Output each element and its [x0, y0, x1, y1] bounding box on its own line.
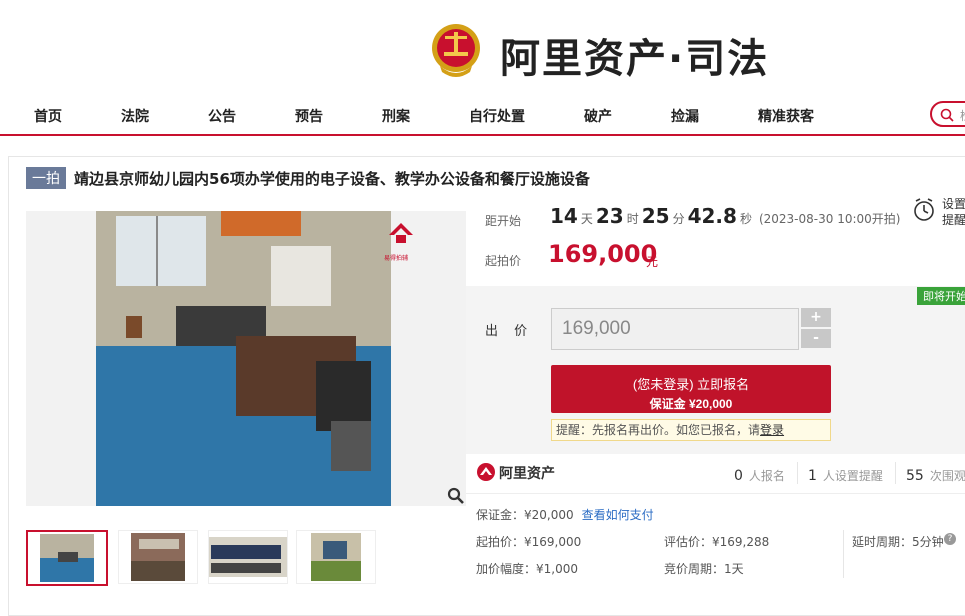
login-link[interactable]: 登录 [760, 423, 784, 437]
item-title: 靖边县京师幼儿园内56项办学使用的电子设备、教学办公设备和餐厅设施设备 [74, 170, 590, 188]
increment-row: 加价幅度：¥1,000 [476, 562, 578, 576]
nav-self-disposal[interactable]: 自行处置 [469, 106, 525, 126]
signup-deposit: 保证金 ¥20,000 [649, 396, 733, 411]
payment-help-link[interactable]: 查看如何支付 [582, 508, 654, 522]
divider [466, 493, 965, 494]
thumbnail-2[interactable] [118, 530, 198, 584]
nav-criminal[interactable]: 刑案 [382, 106, 410, 126]
signup-label: (您未登录) 立即报名 [632, 376, 750, 392]
nav-preview[interactable]: 预告 [295, 106, 323, 126]
auction-start-time: (2023-08-30 10:00开拍) [758, 212, 901, 226]
reminder-line2: 提醒 [942, 213, 965, 227]
search-box[interactable]: 检 [930, 101, 965, 127]
seconds-unit: 秒 [739, 212, 752, 226]
countdown-label: 距开始 [485, 214, 522, 228]
alarm-clock-icon[interactable] [912, 196, 936, 224]
nav-home[interactable]: 首页 [34, 106, 62, 126]
login-tip: 提醒：先报名再出价。如您已报名，请登录 [551, 419, 831, 441]
help-icon[interactable]: ? [944, 533, 956, 545]
signup-button[interactable]: (您未登录) 立即报名 保证金 ¥20,000 [551, 365, 831, 413]
start-price-unit: 元 [646, 255, 659, 269]
start-price-value: 169,000 [548, 240, 658, 268]
ali-assets-name: 阿里资产 [499, 466, 555, 482]
ali-assets-logo-icon [477, 463, 495, 481]
stat-divider [895, 462, 896, 484]
nav-court[interactable]: 法院 [121, 106, 149, 126]
search-placeholder: 检 [960, 107, 965, 124]
nav-bankruptcy[interactable]: 破产 [584, 106, 612, 126]
column-divider [843, 530, 844, 578]
status-badge: 即将开始 [917, 287, 965, 305]
deposit-text: 保证金：¥20,000 [476, 508, 574, 522]
site-header: 阿里资产·司法 [0, 0, 965, 100]
minutes-unit: 分 [672, 212, 685, 226]
delay-period-row: 延时周期：5分钟 [852, 535, 944, 549]
thumbnail-4[interactable] [296, 530, 376, 584]
main-image-area: 易得拍辅 [26, 211, 466, 506]
increase-bid-button[interactable]: + [801, 308, 831, 327]
view-count: 55 次围观 [906, 468, 965, 484]
stat-divider [797, 462, 798, 484]
signup-count: 0 人报名 [734, 468, 785, 484]
bid-label: 出 价 [485, 324, 534, 339]
bid-cycle-row: 竞价周期：1天 [664, 562, 744, 576]
deposit-row: 保证金：¥20,000 查看如何支付 [476, 506, 654, 523]
nav-bargain[interactable]: 捡漏 [671, 106, 699, 126]
court-emblem-icon [432, 24, 480, 77]
hours-unit: 时 [626, 212, 639, 226]
main-nav: 首页 法院 公告 预告 刑案 自行处置 破产 捡漏 精准获客 [0, 100, 965, 136]
brand-name: 阿里资产·司法 [500, 36, 770, 82]
nav-precise-customers[interactable]: 精准获客 [758, 106, 814, 126]
countdown-days: 14 [550, 204, 578, 228]
watermark-text: 易得拍辅 [384, 255, 409, 262]
nav-announcement[interactable]: 公告 [208, 106, 236, 126]
start-price-row: 起拍价：¥169,000 [476, 535, 582, 549]
tip-text: 提醒：先报名再出价。如您已报名，请 [556, 423, 761, 437]
watermark-logo-icon [389, 223, 413, 243]
countdown-hours: 23 [595, 204, 624, 228]
search-icon [940, 108, 954, 122]
reminder-count: 1 人设置提醒 [808, 468, 883, 484]
start-price-label: 起拍价 [485, 254, 522, 268]
countdown-minutes: 25 [641, 204, 670, 228]
appraisal-row: 评估价：¥169,288 [664, 535, 770, 549]
bid-input[interactable] [551, 308, 799, 350]
countdown-timer: 14 天 23 时 25 分 42.8 秒 (2023-08-30 10:00开拍) [550, 204, 900, 228]
auction-round-tag: 一拍 [26, 167, 66, 189]
countdown-seconds: 42.8 [687, 204, 737, 228]
zoom-icon[interactable] [447, 487, 465, 505]
reminder-line1: 设置 [942, 197, 965, 211]
thumbnail-1[interactable] [26, 530, 108, 586]
set-reminder-button[interactable]: 设置 提醒 [942, 196, 965, 228]
decrease-bid-button[interactable]: - [801, 329, 831, 348]
thumbnail-3[interactable] [208, 530, 288, 584]
days-unit: 天 [580, 212, 593, 226]
